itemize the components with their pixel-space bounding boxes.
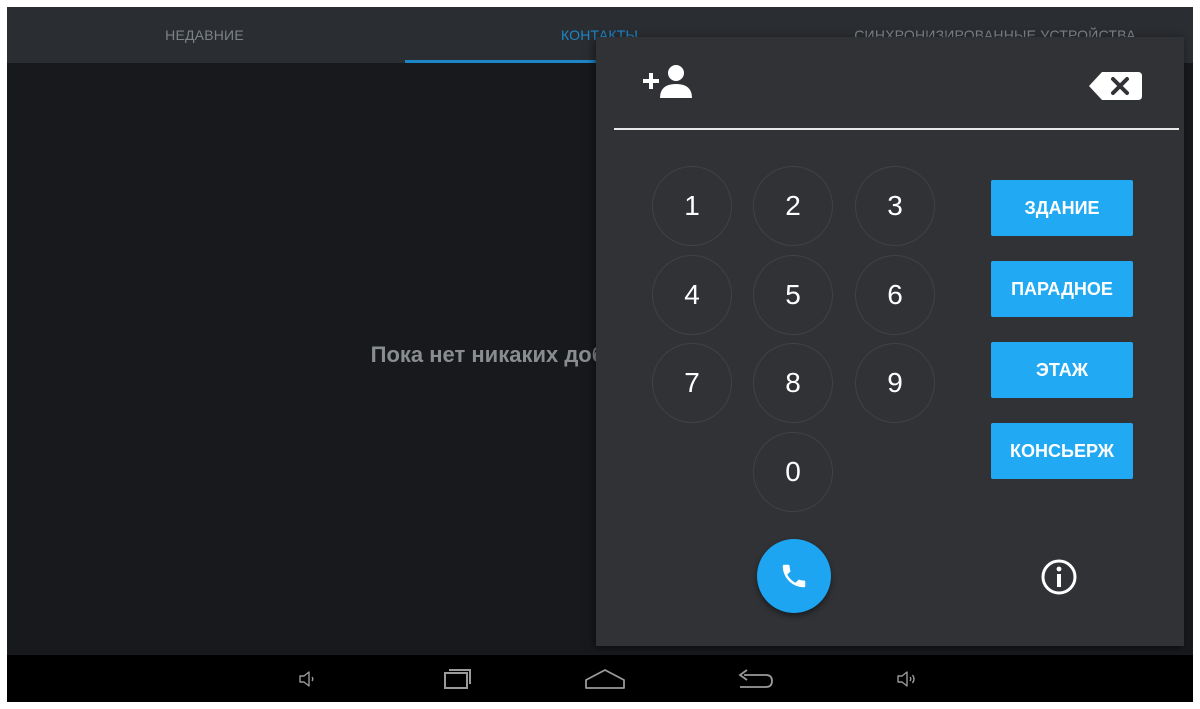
key-3[interactable]: 3 [855,166,935,246]
call-button[interactable] [757,539,831,613]
key-7[interactable]: 7 [652,343,732,423]
building-button[interactable]: ЗДАНИЕ [991,180,1133,236]
back-icon[interactable] [732,655,778,702]
volume-up-icon[interactable] [887,655,927,702]
key-9[interactable]: 9 [855,343,935,423]
home-icon[interactable] [582,655,628,702]
concierge-button[interactable]: КОНСЬЕРЖ [991,423,1133,479]
key-6[interactable]: 6 [855,255,935,335]
volume-down-icon[interactable] [287,655,327,702]
floor-button[interactable]: ЭТАЖ [991,342,1133,398]
entrance-button[interactable]: ПАРАДНОЕ [991,261,1133,317]
phone-icon [782,564,806,588]
backspace-icon [1089,72,1142,100]
recent-apps-icon[interactable] [435,655,479,702]
key-1[interactable]: 1 [652,166,732,246]
key-4[interactable]: 4 [652,255,732,335]
info-button[interactable] [1037,555,1081,599]
add-contact-button[interactable] [640,60,704,108]
add-contact-icon [643,65,692,98]
key-2[interactable]: 2 [753,166,833,246]
key-5[interactable]: 5 [753,255,833,335]
tab-recent[interactable]: НЕДАВНИЕ [7,7,402,63]
input-underline [614,128,1179,130]
backspace-button[interactable] [1086,66,1144,106]
system-navigation-bar [7,655,1193,702]
key-8[interactable]: 8 [753,343,833,423]
number-input[interactable] [640,60,1080,120]
info-icon [1041,559,1077,595]
key-0[interactable]: 0 [753,432,833,512]
